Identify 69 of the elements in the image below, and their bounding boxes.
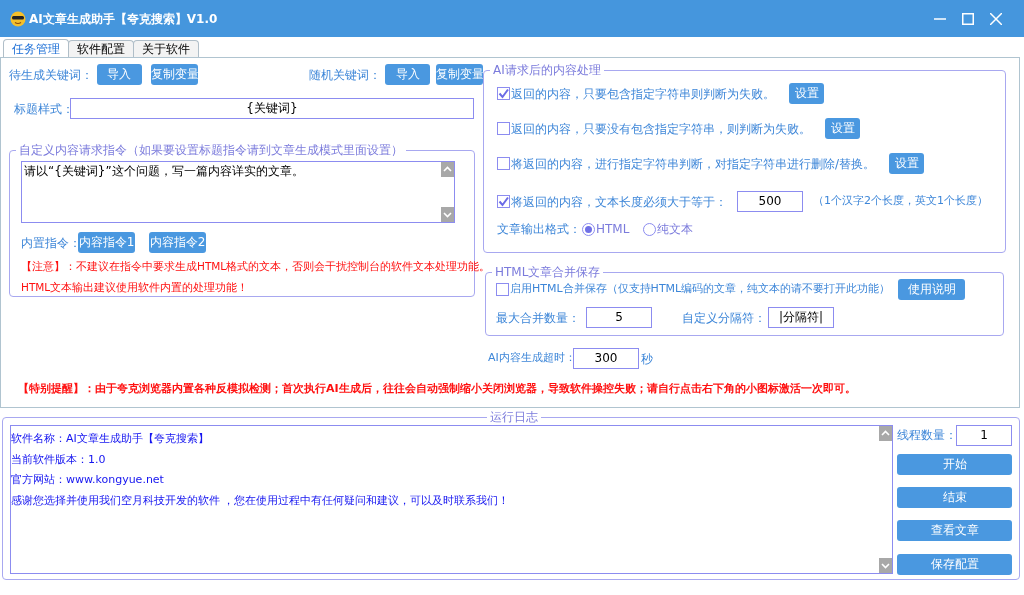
prompt-text: 请以“{关键词}”这个问题，写一篇内容详实的文章。 <box>24 163 304 180</box>
checkbox-label: 返回的内容，只要没有包含指定字符串，则判断为失败。 <box>511 120 811 138</box>
button[interactable]: 设置 <box>825 118 860 139</box>
label: 随机关键词： <box>309 66 382 84</box>
radio-button[interactable] <box>643 222 657 236</box>
label: AI内容生成超时： <box>488 350 573 367</box>
title-style-field[interactable]: {关键词} <box>70 98 474 119</box>
label: 秒 <box>641 350 653 368</box>
button[interactable]: 内容指令2 <box>149 232 206 253</box>
button[interactable]: 设置 <box>789 83 824 104</box>
checkbox[interactable] <box>496 283 509 296</box>
checkbox-label: 将返回的内容，文本长度必须大于等于： <box>511 193 727 211</box>
button[interactable]: 保存配置 <box>897 554 1012 575</box>
checkbox-label: 启用HTML合并保存（仅支持HTML编码的文章，纯文本的请不要打开此功能） <box>510 281 891 298</box>
radio-label: HTML <box>596 221 630 238</box>
tab[interactable]: 任务管理 <box>3 39 69 57</box>
window-title: AI文章生成助手【夸克搜索】V1.0 <box>29 10 218 28</box>
button[interactable]: 结束 <box>897 487 1012 508</box>
warning-note: 【注意】：不建议在指令中要求生成HTML格式的文本，否则会干扰控制台的软件文本处理功能。 <box>21 259 491 274</box>
button[interactable]: 内容指令1 <box>78 232 135 253</box>
checkbox[interactable] <box>497 195 510 208</box>
checkbox[interactable] <box>497 157 510 170</box>
label: 待生成关键词： <box>9 66 93 84</box>
warning-note: 【特别提醒】：由于夸克浏览器内置各种反模拟检测；首次执行AI生成后，往往会自动强制缩小关闭浏览器，导致软件操控失败；请自行点击右下角的小图标激活一次即可。 <box>18 381 856 397</box>
button[interactable]: 复制变量 <box>151 64 199 85</box>
label: 线程数量： <box>897 427 956 444</box>
log-line: 当前软件版本：1.0 <box>11 452 107 468</box>
sunglasses-face-icon <box>10 10 26 27</box>
maximize-icon[interactable] <box>962 12 974 25</box>
checkbox-label: 返回的内容，只要包含指定字符串则判断为失败。 <box>511 85 775 103</box>
scroll-down-icon[interactable] <box>441 207 454 222</box>
checkbox[interactable] <box>497 122 510 135</box>
button[interactable]: 设置 <box>889 153 925 174</box>
button[interactable]: 开始 <box>897 454 1012 475</box>
group-title: 运行日志 <box>487 410 541 424</box>
scroll-down-icon[interactable] <box>879 558 892 573</box>
button[interactable]: 导入 <box>97 64 142 85</box>
log-line: 官方网站：www.kongyue.net <box>11 473 165 488</box>
length-field[interactable]: 500 <box>737 191 803 212</box>
label: 自定义分隔符： <box>682 309 766 327</box>
max-count-field[interactable]: 5 <box>586 307 652 328</box>
prompt-text-area[interactable]: 请以“{关键词}”这个问题，写一篇内容详实的文章。 <box>21 161 455 223</box>
label: 文章输出格式： <box>497 221 582 238</box>
button[interactable]: 导入 <box>385 64 431 85</box>
log-line: 软件名称：AI文章生成助手【夸克搜索】 <box>11 432 210 447</box>
hint: （1个汉字2个长度，英文1个长度） <box>813 193 988 210</box>
button[interactable]: 复制变量 <box>436 64 483 85</box>
label: 标题样式： <box>14 100 70 118</box>
tab[interactable]: 关于软件 <box>133 40 199 57</box>
scroll-up-icon[interactable] <box>441 162 454 177</box>
group-title: AI请求后的内容处理 <box>490 63 604 77</box>
radio-button[interactable] <box>582 222 595 236</box>
checkbox[interactable] <box>497 87 510 100</box>
radio-label: 纯文本 <box>657 221 694 238</box>
checkbox-label: 将返回的内容，进行指定字符串判断，对指定字符串进行删除/替换。 <box>511 155 876 173</box>
group-title: HTML文章合并保存 <box>492 265 604 279</box>
warning-note: HTML文本输出建议使用软件内置的处理功能！ <box>21 279 249 295</box>
label: 最大合并数量： <box>496 309 580 327</box>
thread-count-field[interactable]: 1 <box>956 424 1012 446</box>
close-icon[interactable] <box>990 12 1002 25</box>
scroll-up-icon[interactable] <box>879 426 892 441</box>
label: 内置指令： <box>21 234 78 252</box>
timeout-field[interactable]: 300 <box>573 348 639 369</box>
tab[interactable]: 软件配置 <box>68 40 134 57</box>
separator-field[interactable]: |分隔符| <box>768 307 834 328</box>
button[interactable]: 查看文章 <box>897 520 1012 541</box>
log-line: 感谢您选择并使用我们空月科技开发的软件 ，您在使用过程中有任何疑问和建议，可以及时联系我们！ <box>11 493 511 509</box>
button[interactable]: 使用说明 <box>898 279 966 300</box>
group-title: 自定义内容请求指令（如果要设置标题指令请到文章生成模式里面设置） <box>16 143 406 157</box>
